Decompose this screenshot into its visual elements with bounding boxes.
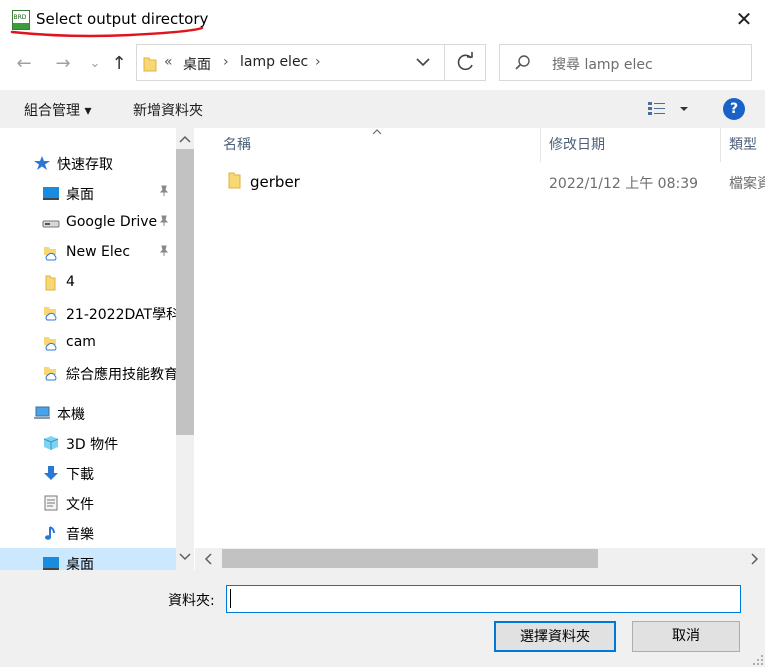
folder-icon: [228, 172, 241, 189]
sidebar-item-this-pc[interactable]: 本機: [0, 398, 176, 428]
sidebar-item-label: Google Drive: [66, 214, 158, 230]
sidebar-item-label: 綜合應用技能教育: [66, 367, 176, 383]
sidebar-item-label: 桌面: [66, 557, 94, 570]
refresh-icon: [457, 52, 473, 71]
computer-icon: [34, 406, 50, 419]
resize-grip-icon[interactable]: [752, 654, 764, 666]
sidebar-item-4[interactable]: 4: [0, 268, 176, 298]
scroll-up-arrow[interactable]: [176, 130, 194, 150]
scroll-right-arrow[interactable]: [749, 553, 759, 565]
cloud-folder-icon: [44, 307, 57, 321]
close-button[interactable]: ✕: [733, 8, 755, 30]
file-date: 2022/1/12 上午 08:39: [549, 176, 699, 192]
sidebar-scroll-thumb[interactable]: [176, 149, 194, 435]
sidebar-item-cam[interactable]: cam: [0, 328, 176, 358]
sidebar-item-label: 本機: [57, 407, 85, 423]
scroll-left-arrow[interactable]: [204, 553, 214, 565]
cloud-folder-icon: [44, 247, 57, 261]
back-button[interactable]: ←: [12, 52, 36, 76]
star-icon: [34, 156, 50, 170]
folder-name-input[interactable]: [226, 585, 741, 613]
document-icon: [44, 495, 58, 511]
organize-menu[interactable]: 組合管理 ▾: [24, 100, 91, 120]
search-input[interactable]: 搜尋 lamp elec: [552, 54, 653, 74]
pin-icon: [158, 215, 170, 230]
sidebar-item-downloads[interactable]: 下載: [0, 458, 176, 488]
column-header-type[interactable]: 類型: [729, 134, 757, 154]
sidebar-item-label: cam: [66, 334, 96, 350]
sidebar-item-label: 快速存取: [57, 157, 113, 173]
sidebar-item-label: 4: [66, 274, 75, 290]
view-options-icon[interactable]: [646, 100, 692, 118]
sidebar-item-skills[interactable]: 綜合應用技能教育: [0, 358, 176, 388]
refresh-button[interactable]: [444, 44, 486, 81]
sidebar-item-label: 3D 物件: [66, 437, 119, 453]
breadcrumb-item-lamp-elec[interactable]: lamp elec: [240, 54, 308, 70]
sidebar-item-label: 音樂: [66, 527, 94, 543]
file-name[interactable]: gerber: [250, 173, 300, 191]
sidebar-item-new-elec[interactable]: New Elec: [0, 238, 176, 268]
recent-locations-button[interactable]: ⌄: [83, 52, 107, 76]
select-folder-button[interactable]: 選擇資料夾: [494, 621, 616, 652]
sidebar-item-google-drive[interactable]: Google Drive: [0, 208, 176, 238]
column-header-date[interactable]: 修改日期: [549, 134, 605, 154]
breadcrumb-overflow[interactable]: «: [164, 54, 173, 70]
forward-button[interactable]: →: [51, 52, 75, 76]
pin-icon: [158, 185, 170, 200]
folder-icon: [143, 57, 157, 72]
help-button[interactable]: ?: [723, 98, 745, 120]
sidebar-item-label: 桌面: [66, 187, 94, 203]
address-dropdown-icon[interactable]: [413, 52, 433, 72]
folder-icon: [45, 275, 56, 291]
download-icon: [44, 466, 58, 480]
sidebar-item-label: New Elec: [66, 244, 131, 260]
cloud-folder-icon: [44, 337, 57, 351]
breadcrumb-separator[interactable]: ›: [315, 54, 321, 70]
sidebar-item-music[interactable]: 音樂: [0, 518, 176, 548]
horizontal-scroll-thumb[interactable]: [222, 549, 598, 568]
column-divider[interactable]: [720, 128, 721, 162]
sidebar-item-dat[interactable]: 21-2022DAT學科: [0, 298, 176, 328]
sidebar-item-desktop-pc[interactable]: 桌面: [0, 548, 176, 570]
breadcrumb-separator[interactable]: ›: [223, 54, 229, 70]
svg-text:BRD: BRD: [14, 14, 27, 21]
desktop-icon: [43, 557, 59, 570]
breadcrumb-item-desktop[interactable]: 桌面: [183, 54, 211, 74]
sidebar-item-documents[interactable]: 文件: [0, 488, 176, 518]
new-folder-button[interactable]: 新增資料夾: [133, 100, 203, 120]
cloud-folder-icon: [44, 367, 57, 381]
drive-icon: [42, 220, 60, 228]
navigation-pane: 快速存取 桌面 Google Drive New Elec 4 21-2022D…: [0, 128, 176, 570]
sort-ascending-icon: [372, 129, 382, 135]
sidebar-item-label: 下載: [66, 467, 94, 483]
folder-field-label: 資料夾:: [168, 593, 215, 609]
sidebar-item-label: 文件: [66, 497, 94, 513]
music-icon: [45, 526, 55, 540]
pin-icon: [158, 245, 170, 260]
file-type: 檔案資料夾: [729, 176, 765, 192]
text-caret: [230, 589, 231, 608]
sidebar-item-3d-objects[interactable]: 3D 物件: [0, 428, 176, 458]
cancel-button[interactable]: 取消: [632, 621, 740, 652]
desktop-icon: [43, 187, 59, 200]
search-icon: [515, 55, 530, 70]
sidebar-item-desktop[interactable]: 桌面: [0, 178, 176, 208]
column-header-name[interactable]: 名稱: [223, 134, 251, 154]
search-box[interactable]: 搜尋 lamp elec: [499, 44, 752, 81]
column-divider[interactable]: [540, 128, 541, 162]
up-button[interactable]: ↑: [107, 52, 131, 76]
cube-icon: [43, 436, 59, 450]
sidebar-item-label: 21-2022DAT學科: [66, 307, 176, 323]
sidebar-item-quick-access[interactable]: 快速存取: [0, 148, 176, 178]
scroll-down-arrow[interactable]: [176, 548, 194, 568]
